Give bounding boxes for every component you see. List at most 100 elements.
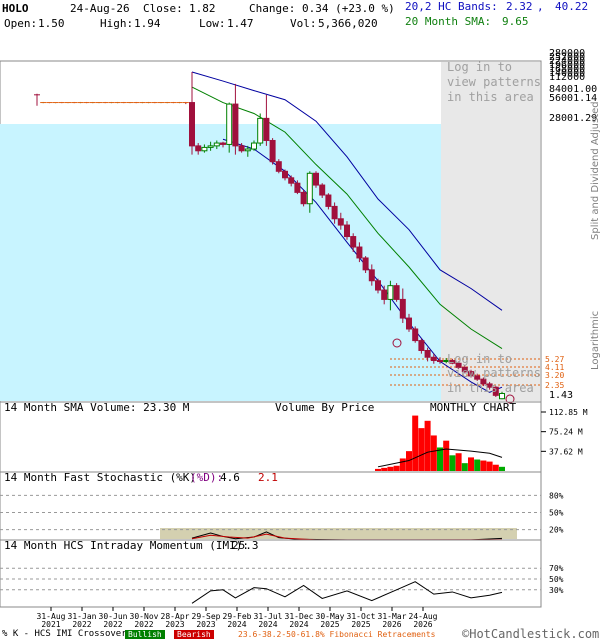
stochastic-tick-label: 20% <box>549 526 564 535</box>
candle-body <box>244 148 251 152</box>
candle-body <box>282 170 288 179</box>
candle-body <box>207 145 214 148</box>
stochastic-tick-label: 80% <box>549 491 564 500</box>
volume-label: 14 Month SMA Volume: 23.30 M <box>4 401 190 414</box>
login-text-b3: in this area <box>447 381 534 395</box>
candle-body <box>331 205 338 220</box>
candle-body <box>226 103 233 145</box>
candle-body <box>337 218 344 226</box>
vbp-label: Volume By Price <box>275 401 374 414</box>
login-text-b1: Log in to <box>447 352 512 366</box>
fib-legend: 23.6-38.2-50-61.8% Fibonacci Retracement… <box>238 630 436 639</box>
candle-body <box>263 117 270 141</box>
candle-body <box>350 236 357 248</box>
x-tick-year: 2024 <box>227 620 246 629</box>
x-tick-year: 2022 <box>72 620 91 629</box>
bearish-tag: Bearish <box>174 630 214 639</box>
candle-body <box>195 145 202 152</box>
candle-body <box>189 102 195 147</box>
stochastic-tick-label: 50% <box>549 509 564 518</box>
login-text-b2: view patterns <box>447 366 541 380</box>
x-tick-year: 2024 <box>289 620 308 629</box>
x-tick-year: 2022 <box>103 620 122 629</box>
candle-body <box>418 340 425 351</box>
momentum-title: 14 Month HCS Intraday Momentum (IMI): <box>4 539 249 552</box>
volume-tick-label: 112.85 M <box>549 408 588 417</box>
volume-bar <box>387 466 394 471</box>
fib-tick-label: 2.35 <box>545 381 564 390</box>
x-tick-year: 2026 <box>413 620 432 629</box>
volume-bar <box>437 447 443 471</box>
volume-bar <box>443 440 450 471</box>
volume-bar <box>474 459 481 471</box>
candle-body <box>437 360 443 363</box>
momentum-tick-label: 70% <box>549 564 564 573</box>
candlestick-chart: Log in to view patterns in this area Log… <box>0 48 600 629</box>
volume-bar <box>492 464 499 471</box>
candle-body <box>412 328 419 342</box>
volume-bar <box>480 460 487 471</box>
candle-body <box>375 280 381 291</box>
candle-body <box>275 161 282 172</box>
candle-body <box>319 184 326 196</box>
x-tick-year: 2025 <box>320 620 339 629</box>
candle-body <box>232 103 239 147</box>
volume-bar <box>418 428 425 471</box>
stochastic-d-value: 2.1 <box>258 471 278 484</box>
candle-body <box>356 246 363 259</box>
volume-bar <box>381 467 388 471</box>
candle-body <box>393 285 400 300</box>
candle-body <box>368 269 375 282</box>
login-text-1: Log in to <box>447 60 512 74</box>
volume-bar <box>424 420 431 471</box>
candle-body <box>430 356 437 362</box>
candle-body <box>220 142 226 145</box>
x-tick-year: 2021 <box>41 620 60 629</box>
volume-bar <box>393 465 400 471</box>
footer-legend: % K - HCS IMI Crossover: <box>2 629 133 639</box>
candle-body <box>306 172 313 205</box>
candle-body <box>387 285 394 300</box>
momentum-tick-label: 50% <box>549 575 564 584</box>
candle-body <box>381 289 388 300</box>
candle-body <box>269 139 276 163</box>
volume-bar <box>468 457 474 471</box>
volume-bar <box>486 461 493 471</box>
volume-bar <box>455 453 462 471</box>
candle-body <box>325 194 332 207</box>
candle-body <box>288 177 295 184</box>
volume-bar <box>412 415 419 471</box>
momentum-value: 25.3 <box>232 539 259 552</box>
candle-body <box>362 257 369 271</box>
fib-tick-label: 3.20 <box>545 371 564 380</box>
candle-body <box>406 317 412 330</box>
split-dividend-label: Split and Dividend Adjusted <box>590 101 600 240</box>
x-tick-year: 2024 <box>258 620 277 629</box>
candle-body <box>313 172 319 186</box>
x-tick-year: 2023 <box>165 620 184 629</box>
price-tick-label: 112000 <box>549 72 585 83</box>
stochastic-title: 14 Month Fast Stochastic (%K) <box>4 471 196 484</box>
candle-body <box>399 298 406 319</box>
candle-body <box>238 145 245 152</box>
candle-body <box>201 146 208 152</box>
volume-bar <box>499 466 505 471</box>
bullish-tag: Bullish <box>125 630 165 639</box>
candle-body <box>424 349 431 358</box>
momentum-line <box>191 581 503 604</box>
momentum-tick-label: 30% <box>549 586 564 595</box>
volume-bar <box>375 468 381 471</box>
candle-body <box>344 224 350 238</box>
copyright[interactable]: ©HotCandlestick.com <box>462 627 599 641</box>
monthly-label: MONTHLY CHART <box>430 401 516 414</box>
volume-bar <box>449 455 456 471</box>
x-tick-year: 2026 <box>382 620 401 629</box>
stochastic-d-label: (%D): <box>190 471 223 484</box>
candle-body <box>257 117 264 144</box>
candle-body <box>213 142 220 147</box>
volume-bar <box>399 458 406 471</box>
candle-body <box>294 182 301 193</box>
volume-tick-label: 75.24 M <box>549 428 583 437</box>
log-label: Logarithmic <box>590 311 600 370</box>
volume-bar <box>430 435 437 471</box>
